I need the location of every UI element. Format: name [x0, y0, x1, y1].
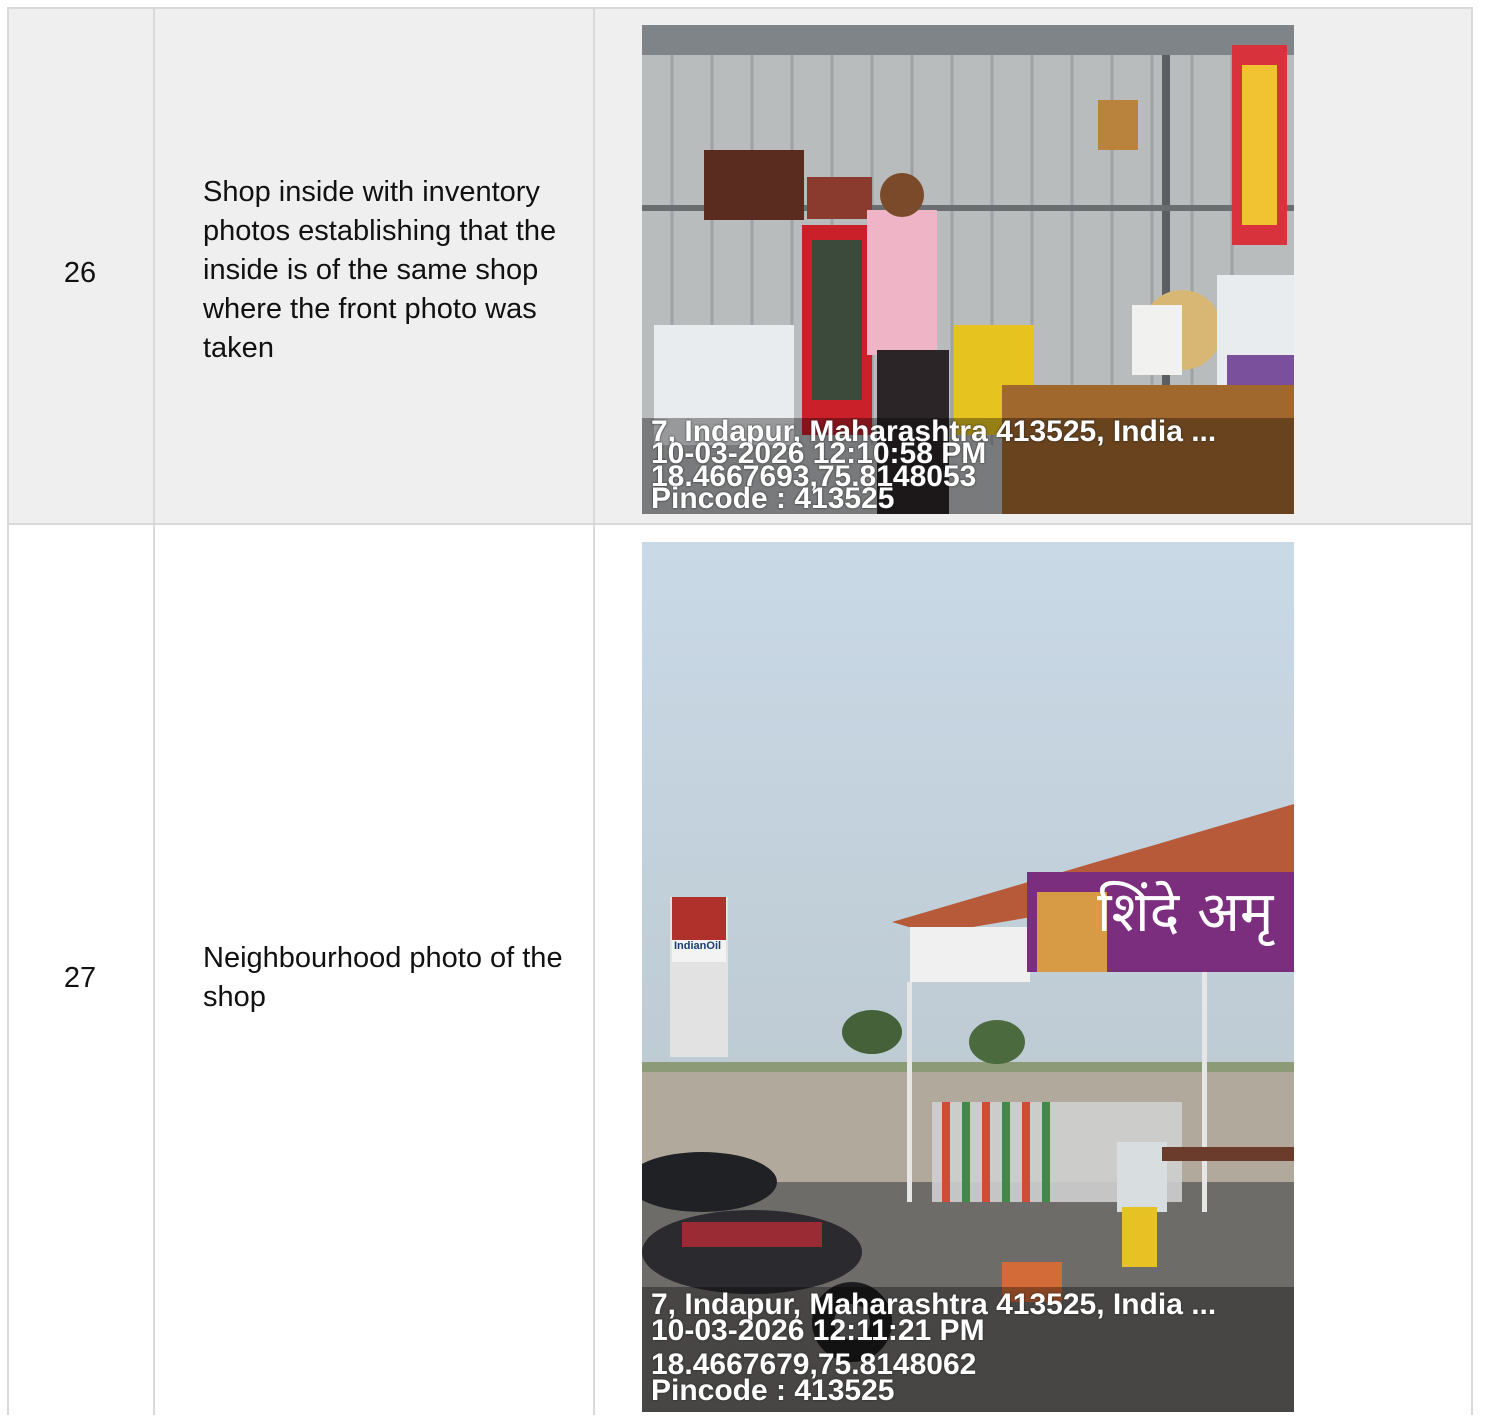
- row-number: 26: [63, 257, 97, 289]
- table-row: 26 Shop inside with inventory photos est…: [7, 7, 1473, 524]
- photo-address: 7, Indapur, Maharashtra 413525, India ..…: [651, 1288, 1217, 1321]
- row-description: Shop inside with inventory photos establ…: [203, 176, 557, 364]
- photo-pincode: Pincode : 413525: [651, 482, 895, 514]
- row-number: 27: [63, 962, 97, 994]
- photo-datetime: 10-03-2026 12:11:21 PM: [651, 1314, 985, 1347]
- shop-interior-photo: 7, Indapur, Maharashtra 413525, India ..…: [642, 25, 1294, 514]
- photo-pincode: Pincode : 413525: [651, 1374, 895, 1407]
- table-row: 27 Neighbourhood photo of the shop 7, In…: [7, 523, 1473, 1423]
- table-border-right: [1471, 7, 1473, 1415]
- table-column-divider: [593, 7, 595, 1415]
- row-description: Neighbourhood photo of the shop: [203, 942, 563, 1013]
- table-column-divider: [153, 7, 155, 1415]
- shop-sign-text: शिंदे अमृ: [1097, 880, 1274, 945]
- brand-sign-text: IndianOil: [674, 940, 722, 952]
- neighbourhood-photo: 7, Indapur, Maharashtra 413525, India ..…: [642, 542, 1294, 1412]
- photo-coordinates: 18.4667679,75.8148062: [651, 1348, 977, 1381]
- neighbourhood-image: [642, 542, 1294, 1412]
- table-border-left: [7, 7, 9, 1415]
